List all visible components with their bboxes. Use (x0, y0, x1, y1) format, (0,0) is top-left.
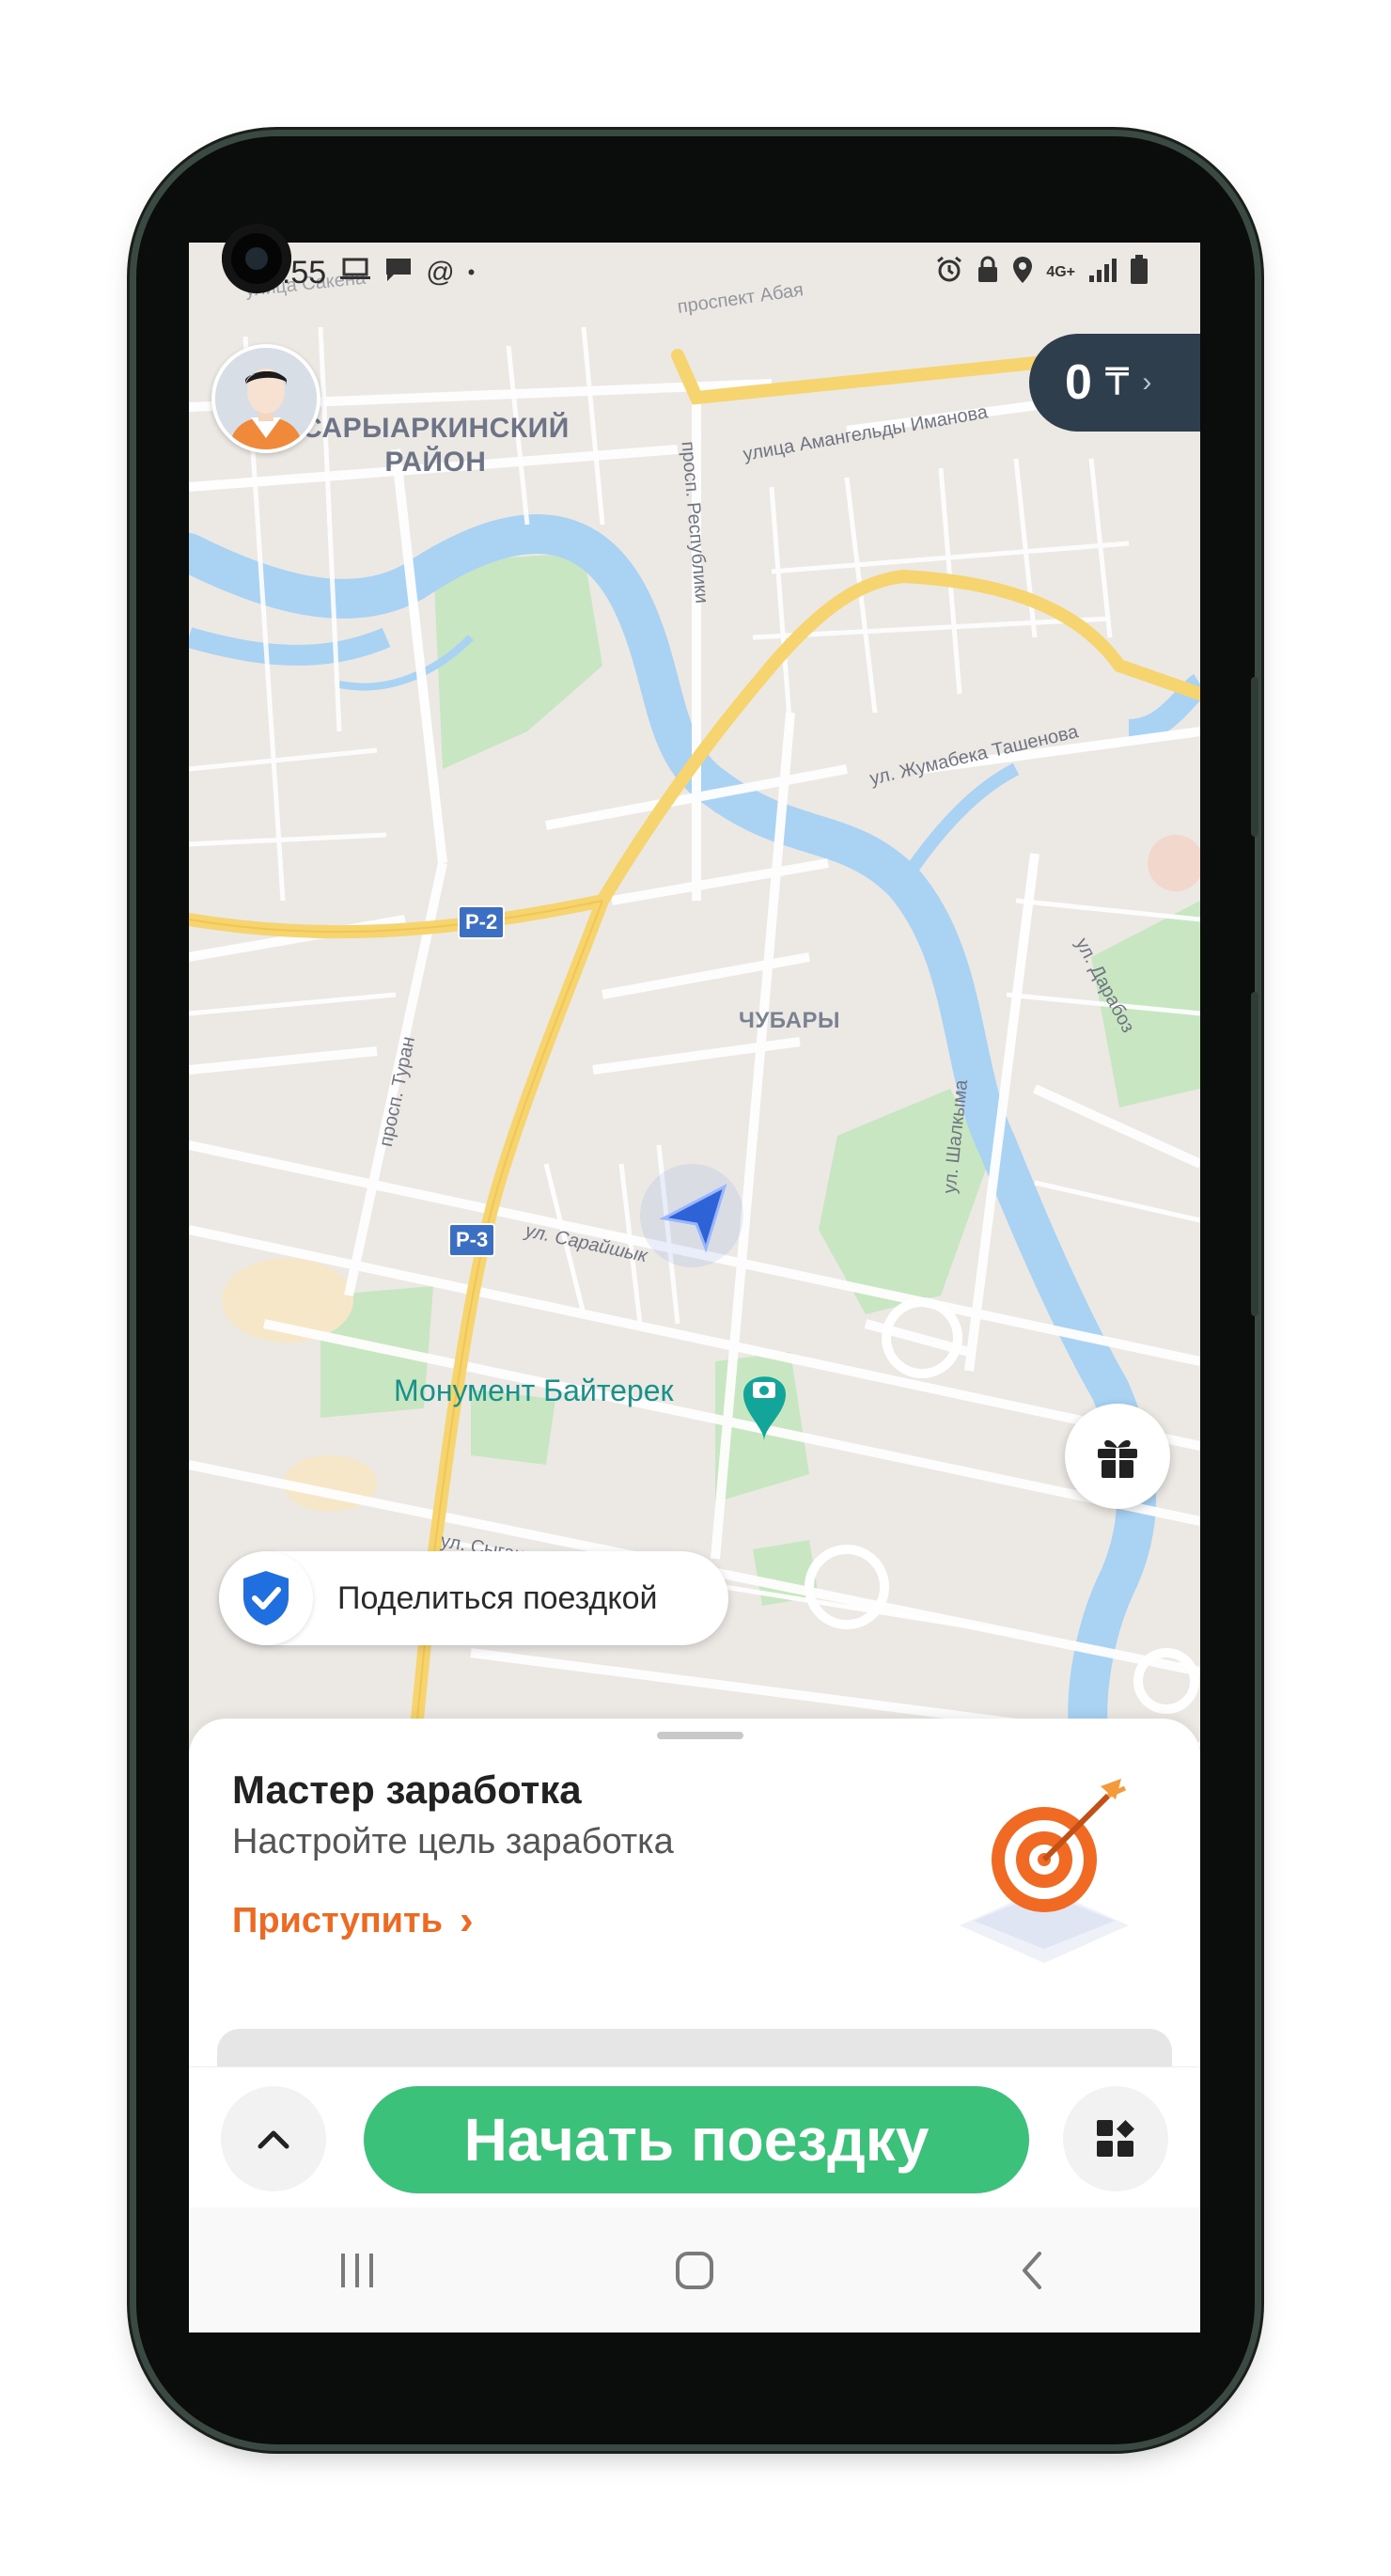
home-button[interactable] (638, 2233, 751, 2308)
map-view[interactable]: САРЫАРКИНСКИЙ РАЙОН ЧУБАРЫ проспект Абая… (189, 243, 1200, 1767)
menu-button[interactable] (1063, 2086, 1168, 2191)
power-button (1251, 992, 1258, 1316)
back-button[interactable] (976, 2233, 1088, 2308)
chevron-right-icon: › (460, 1897, 474, 1943)
laptop-icon (339, 258, 371, 288)
alarm-icon (935, 256, 963, 290)
share-trip-label: Поделиться поездкой (337, 1579, 658, 1616)
recent-apps-button[interactable] (301, 2233, 414, 2308)
balance-button[interactable]: 0 ₸ › (1029, 334, 1200, 432)
start-trip-button[interactable]: Начать поездку (364, 2086, 1029, 2193)
landmark-label: Монумент Байтерек (394, 1374, 674, 1407)
at-icon: @ (426, 257, 455, 288)
district-label-chubary: ЧУБАРЫ (739, 1008, 840, 1033)
driver-avatar-icon (215, 348, 317, 449)
chevron-up-icon (258, 2130, 289, 2149)
status-bar: 3:55 @ • 4G+ (189, 243, 1200, 303)
back-icon (1022, 2251, 1041, 2289)
start-goal-link[interactable]: Приступить › (232, 1897, 474, 1944)
4g-icon: 4G+ (1046, 264, 1075, 280)
front-camera (222, 224, 291, 293)
route-shield-p3: Р-3 (448, 1223, 496, 1257)
location-icon (1012, 256, 1033, 290)
chat-icon (384, 257, 413, 289)
avatar[interactable] (211, 344, 320, 453)
system-nav-bar (189, 2207, 1200, 2333)
start-goal-label: Приступить (232, 1900, 443, 1940)
currency-symbol: ₸ (1104, 362, 1130, 403)
expand-button[interactable] (221, 2086, 326, 2191)
action-bar: Начать поездку (189, 2066, 1200, 2208)
battery-icon (1130, 255, 1149, 291)
card-title: Мастер заработка (232, 1767, 582, 1812)
balance-amount: 0 (1065, 355, 1092, 410)
volume-button (1251, 677, 1258, 837)
recent-apps-icon (341, 2253, 374, 2287)
lock-icon (977, 256, 999, 290)
share-trip-button[interactable]: Поделиться поездкой (219, 1551, 728, 1645)
screen: САРЫАРКИНСКИЙ РАЙОН ЧУБАРЫ проспект Абая… (189, 243, 1200, 2333)
grid-icon (1097, 2120, 1134, 2157)
chevron-right-icon: › (1142, 367, 1152, 398)
home-icon (675, 2251, 713, 2289)
signal-icon (1088, 257, 1117, 289)
route-shield-p2: Р-2 (458, 905, 506, 939)
sheet-drag-handle[interactable] (657, 1732, 743, 1739)
shield-check-icon (219, 1551, 313, 1645)
district-label-saryarka: САРЫАРКИНСКИЙ РАЙОН (302, 413, 570, 478)
card-subtitle: Настройте цель заработка (232, 1822, 674, 1861)
gift-button[interactable] (1065, 1404, 1170, 1509)
gift-icon (1098, 1439, 1137, 1478)
dot-icon: • (467, 260, 476, 284)
target-illustration-icon (960, 1779, 1129, 1963)
